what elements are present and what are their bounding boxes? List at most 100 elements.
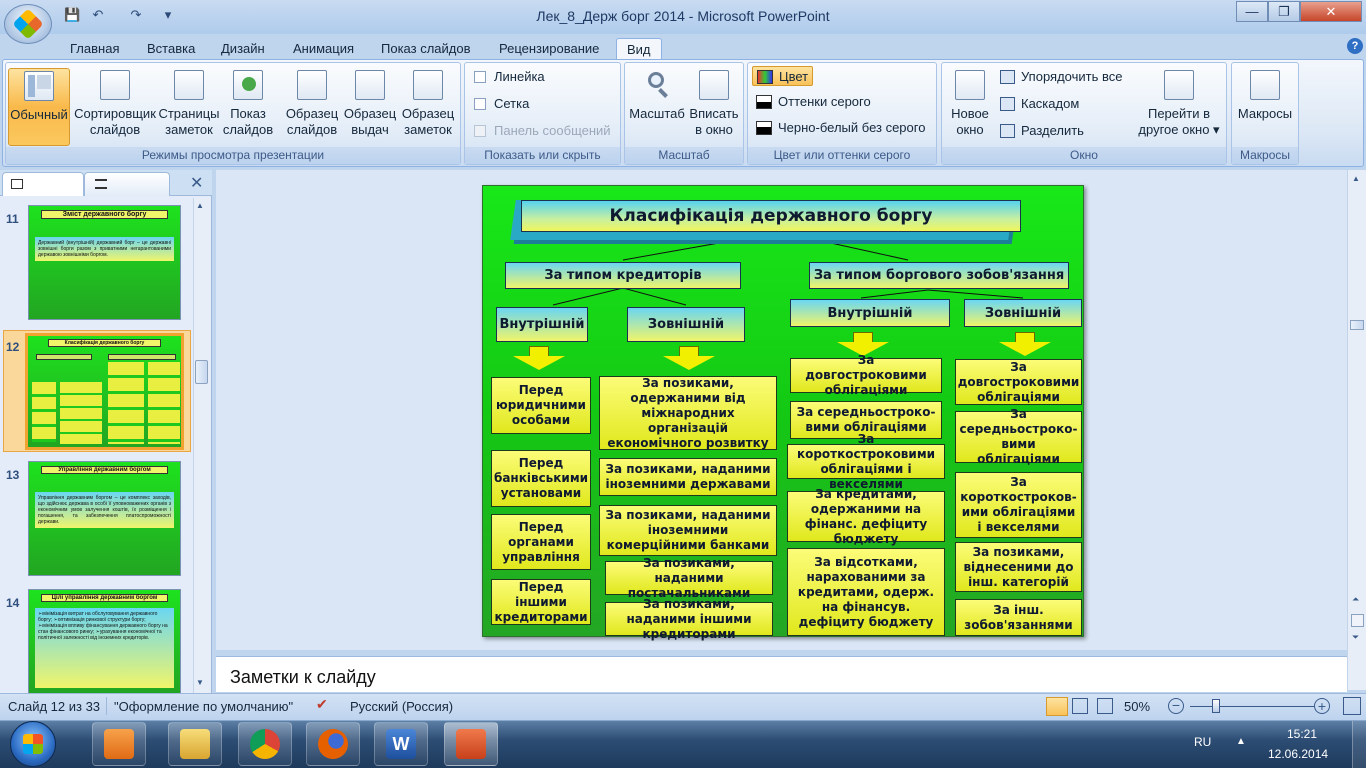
color-button[interactable]: Цвет (752, 66, 814, 86)
switch-windows-icon (1164, 70, 1194, 100)
message-bar-checkbox: Панель сообщений (474, 121, 611, 141)
arrange-all-button[interactable]: Упорядочить все (1000, 67, 1122, 87)
group-label: Масштаб (625, 147, 743, 164)
tab-design[interactable]: Дизайн (211, 38, 275, 60)
thumb-shape (148, 362, 180, 444)
thumb-body: Державний (внутрішній) державний борг – … (35, 237, 174, 261)
fit-to-window-button[interactable]: Вписать в окно (688, 68, 740, 146)
slideshow-status-icon[interactable] (1097, 698, 1113, 714)
new-window-icon (955, 70, 985, 100)
box-foreign-states: За позиками, наданими іноземними держава… (599, 458, 777, 496)
slide-thumbnail-12[interactable]: Класифікація державного боргу (25, 333, 184, 450)
language-indicator[interactable]: RU (1194, 735, 1211, 749)
split-icon (1000, 124, 1015, 138)
notes-master-icon (413, 70, 443, 100)
slide-sorter-button[interactable]: Сортировщик слайдов (72, 68, 158, 146)
zoom-slider-track[interactable] (1190, 706, 1314, 707)
taskbar-firefox[interactable] (306, 722, 360, 766)
slide-thumbnail-14[interactable]: Цілі управління державним боргом ➢мінімі… (28, 589, 181, 693)
spell-check-icon[interactable]: ✔ (316, 696, 334, 712)
fit-slide-icon[interactable] (1343, 697, 1361, 715)
prev-slide-icon[interactable]: ⏶ (1352, 594, 1359, 605)
box-intl-organizations: За позиками, одержаними від міжнародних … (599, 376, 777, 450)
cascade-icon (1000, 97, 1015, 111)
slide-thumbnail-11[interactable]: Зміст державного боргу Державний (внутрі… (28, 205, 181, 320)
scroll-down-icon[interactable]: ▼ (196, 678, 204, 687)
normal-view-button[interactable]: Обычный (8, 68, 70, 146)
clock-time[interactable]: 15:21 (1287, 727, 1317, 741)
scroll-up-icon[interactable]: ▲ (1352, 174, 1360, 183)
show-desktop-button[interactable] (1352, 721, 1366, 768)
notes-pane[interactable] (216, 656, 1347, 692)
taskbar-word[interactable]: W (374, 722, 428, 766)
close-pane-icon[interactable]: ✕ (190, 173, 203, 193)
maximize-button[interactable]: ❐ (1268, 1, 1300, 22)
new-window-button[interactable]: Новое окно (945, 68, 995, 146)
office-button[interactable] (4, 4, 52, 44)
clock-date[interactable]: 12.06.2014 (1268, 747, 1328, 761)
slideshow-button[interactable]: Показ слайдов (220, 68, 276, 146)
category-creditor-type: За типом кредиторів (505, 262, 741, 289)
grid-checkbox[interactable]: Сетка (474, 94, 529, 114)
zoom-in-icon[interactable]: + (1314, 698, 1330, 714)
show-hidden-icons[interactable]: ▲ (1236, 736, 1246, 747)
button-label: слайдов (222, 122, 274, 137)
select-browse-object-icon[interactable] (1351, 614, 1364, 627)
start-button[interactable] (10, 721, 56, 767)
normal-view-status-icon[interactable] (1046, 697, 1068, 716)
slide-canvas[interactable]: Класифікація державного боргу За типом к… (482, 185, 1084, 641)
split-button[interactable]: Разделить (1000, 121, 1084, 141)
language-status[interactable]: Русский (Россия) (350, 699, 453, 714)
zoom-out-icon[interactable]: − (1168, 698, 1184, 714)
switch-windows-button[interactable]: Перейти в другое окно ▾ (1134, 68, 1224, 146)
slides-pane-scrollbar[interactable]: ▲ ▼ (193, 198, 210, 693)
button-label: выдач (351, 122, 389, 137)
tab-review[interactable]: Рецензирование (489, 38, 609, 60)
button-label: Перейти в (1147, 106, 1211, 121)
next-slide-icon[interactable]: ⏷ (1352, 632, 1359, 643)
zoom-button[interactable]: Масштаб (628, 68, 686, 146)
notes-page-button[interactable]: Страницы заметок (158, 68, 220, 146)
notes-placeholder[interactable]: Заметки к слайду (230, 667, 376, 688)
outline-tab[interactable] (84, 172, 170, 196)
tab-view[interactable]: Вид (616, 38, 662, 60)
tab-slideshow[interactable]: Показ слайдов (371, 38, 481, 60)
scroll-thumb[interactable] (1350, 320, 1364, 330)
zoom-slider-thumb[interactable] (1212, 699, 1220, 713)
ruler-checkbox[interactable]: Линейка (474, 67, 545, 87)
close-button[interactable]: ✕ (1300, 1, 1362, 22)
taskbar-chrome[interactable] (238, 722, 292, 766)
handout-master-button[interactable]: Образец выдач (342, 68, 398, 146)
help-icon[interactable]: ? (1347, 38, 1363, 54)
slide-thumbnail-13[interactable]: Управління державним боргом Управління д… (28, 461, 181, 576)
taskbar-media-player[interactable] (92, 722, 146, 766)
grayscale-button[interactable]: Оттенки серого (756, 92, 871, 112)
checkbox-label: Панель сообщений (494, 123, 611, 138)
black-white-button[interactable]: Черно-белый без серого (756, 118, 925, 138)
tab-home[interactable]: Главная (60, 38, 129, 60)
tab-animation[interactable]: Анимация (283, 38, 364, 60)
box-interest-credits: За відсотками, нарахованими за кредитами… (787, 548, 945, 636)
slide-sorter-status-icon[interactable] (1072, 698, 1088, 714)
checkbox-icon (474, 98, 486, 110)
slide-title: Класифікація державного боргу (521, 200, 1021, 232)
zoom-level[interactable]: 50% (1124, 699, 1150, 714)
scroll-thumb[interactable] (195, 360, 208, 384)
slide-master-button[interactable]: Образец слайдов (282, 68, 342, 146)
thumb-title: Зміст державного боргу (41, 210, 168, 219)
cascade-button[interactable]: Каскадом (1000, 94, 1079, 114)
main-scrollbar[interactable]: ▲ ⏶ ⏷ (1347, 170, 1366, 690)
theme-name[interactable]: "Оформление по умолчанию" (114, 699, 293, 714)
taskbar-powerpoint[interactable] (444, 722, 498, 766)
macros-button[interactable]: Макросы (1234, 68, 1296, 146)
scroll-up-icon[interactable]: ▲ (196, 201, 204, 210)
slide-number: 11 (6, 212, 19, 226)
button-label: Образец (343, 106, 397, 121)
slides-tab[interactable] (2, 172, 84, 196)
firefox-icon (318, 729, 348, 759)
minimize-button[interactable]: — (1236, 1, 1268, 22)
tab-insert[interactable]: Вставка (137, 38, 205, 60)
media-player-icon (104, 729, 134, 759)
taskbar-explorer[interactable] (168, 722, 222, 766)
notes-master-button[interactable]: Образец заметок (398, 68, 458, 146)
